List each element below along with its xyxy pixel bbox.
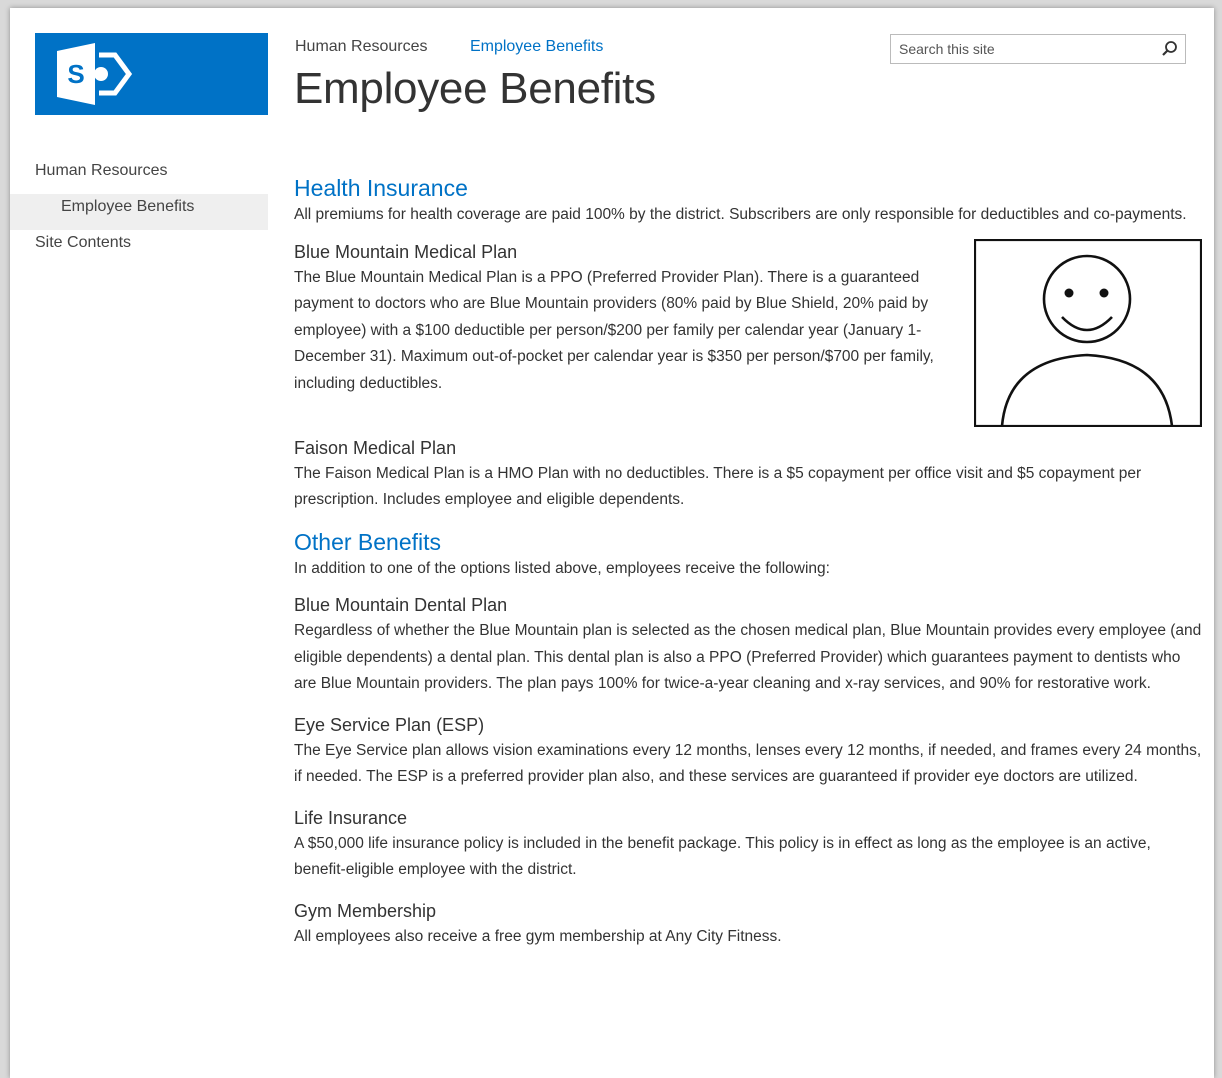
page: S Human Resources Employee Benefits Site…: [10, 8, 1214, 1078]
search-icon[interactable]: [1161, 40, 1179, 63]
section-intro-health-insurance: All premiums for health coverage are pai…: [294, 206, 1187, 223]
breadcrumb-parent-link[interactable]: Human Resources: [295, 38, 428, 55]
subsection-text: The Eye Service plan allows vision exami…: [294, 741, 1202, 786]
subsection-title: Life Insurance: [294, 807, 408, 828]
subsection-title: Blue Mountain Dental Plan: [294, 595, 508, 615]
section-intro-other-benefits: In addition to one of the options listed…: [294, 559, 830, 577]
subsection-text: All employees also receive a free gym me…: [294, 927, 782, 945]
subsection-text: A $50,000 life insurance policy is inclu…: [294, 834, 1151, 879]
page-title: Employee Benefits: [294, 64, 656, 113]
section-heading-other-benefits: Other Benefits: [294, 528, 442, 555]
sharepoint-logo[interactable]: S: [35, 33, 268, 115]
subsection-title: Eye Service Plan (ESP): [294, 714, 485, 735]
main-content: Health Insurance All premiums for health…: [294, 174, 1204, 964]
search-box: [890, 34, 1186, 64]
breadcrumb: Human Resources Employee Benefits: [295, 38, 641, 56]
breadcrumb-current-link[interactable]: Employee Benefits: [470, 38, 603, 55]
logo-letter: S: [67, 59, 84, 89]
subsection-text: The Faison Medical Plan is a HMO Plan wi…: [294, 464, 1142, 509]
subsection-text: Regardless of whether the Blue Mountain …: [294, 622, 1202, 692]
left-navigation: Human Resources Employee Benefits Site C…: [10, 158, 268, 266]
search-input[interactable]: [899, 41, 1149, 57]
subsection-title: Faison Medical Plan: [294, 437, 457, 458]
portrait-placeholder-image: [974, 238, 1202, 427]
nav-item-employee-benefits[interactable]: Employee Benefits: [10, 194, 268, 230]
section-heading-health-insurance: Health Insurance: [294, 175, 468, 201]
sharepoint-logo-icon: S: [57, 43, 133, 105]
nav-item-site-contents[interactable]: Site Contents: [10, 230, 268, 266]
nav-item-human-resources[interactable]: Human Resources: [10, 158, 268, 194]
subsection-title: Gym Membership: [294, 900, 437, 921]
